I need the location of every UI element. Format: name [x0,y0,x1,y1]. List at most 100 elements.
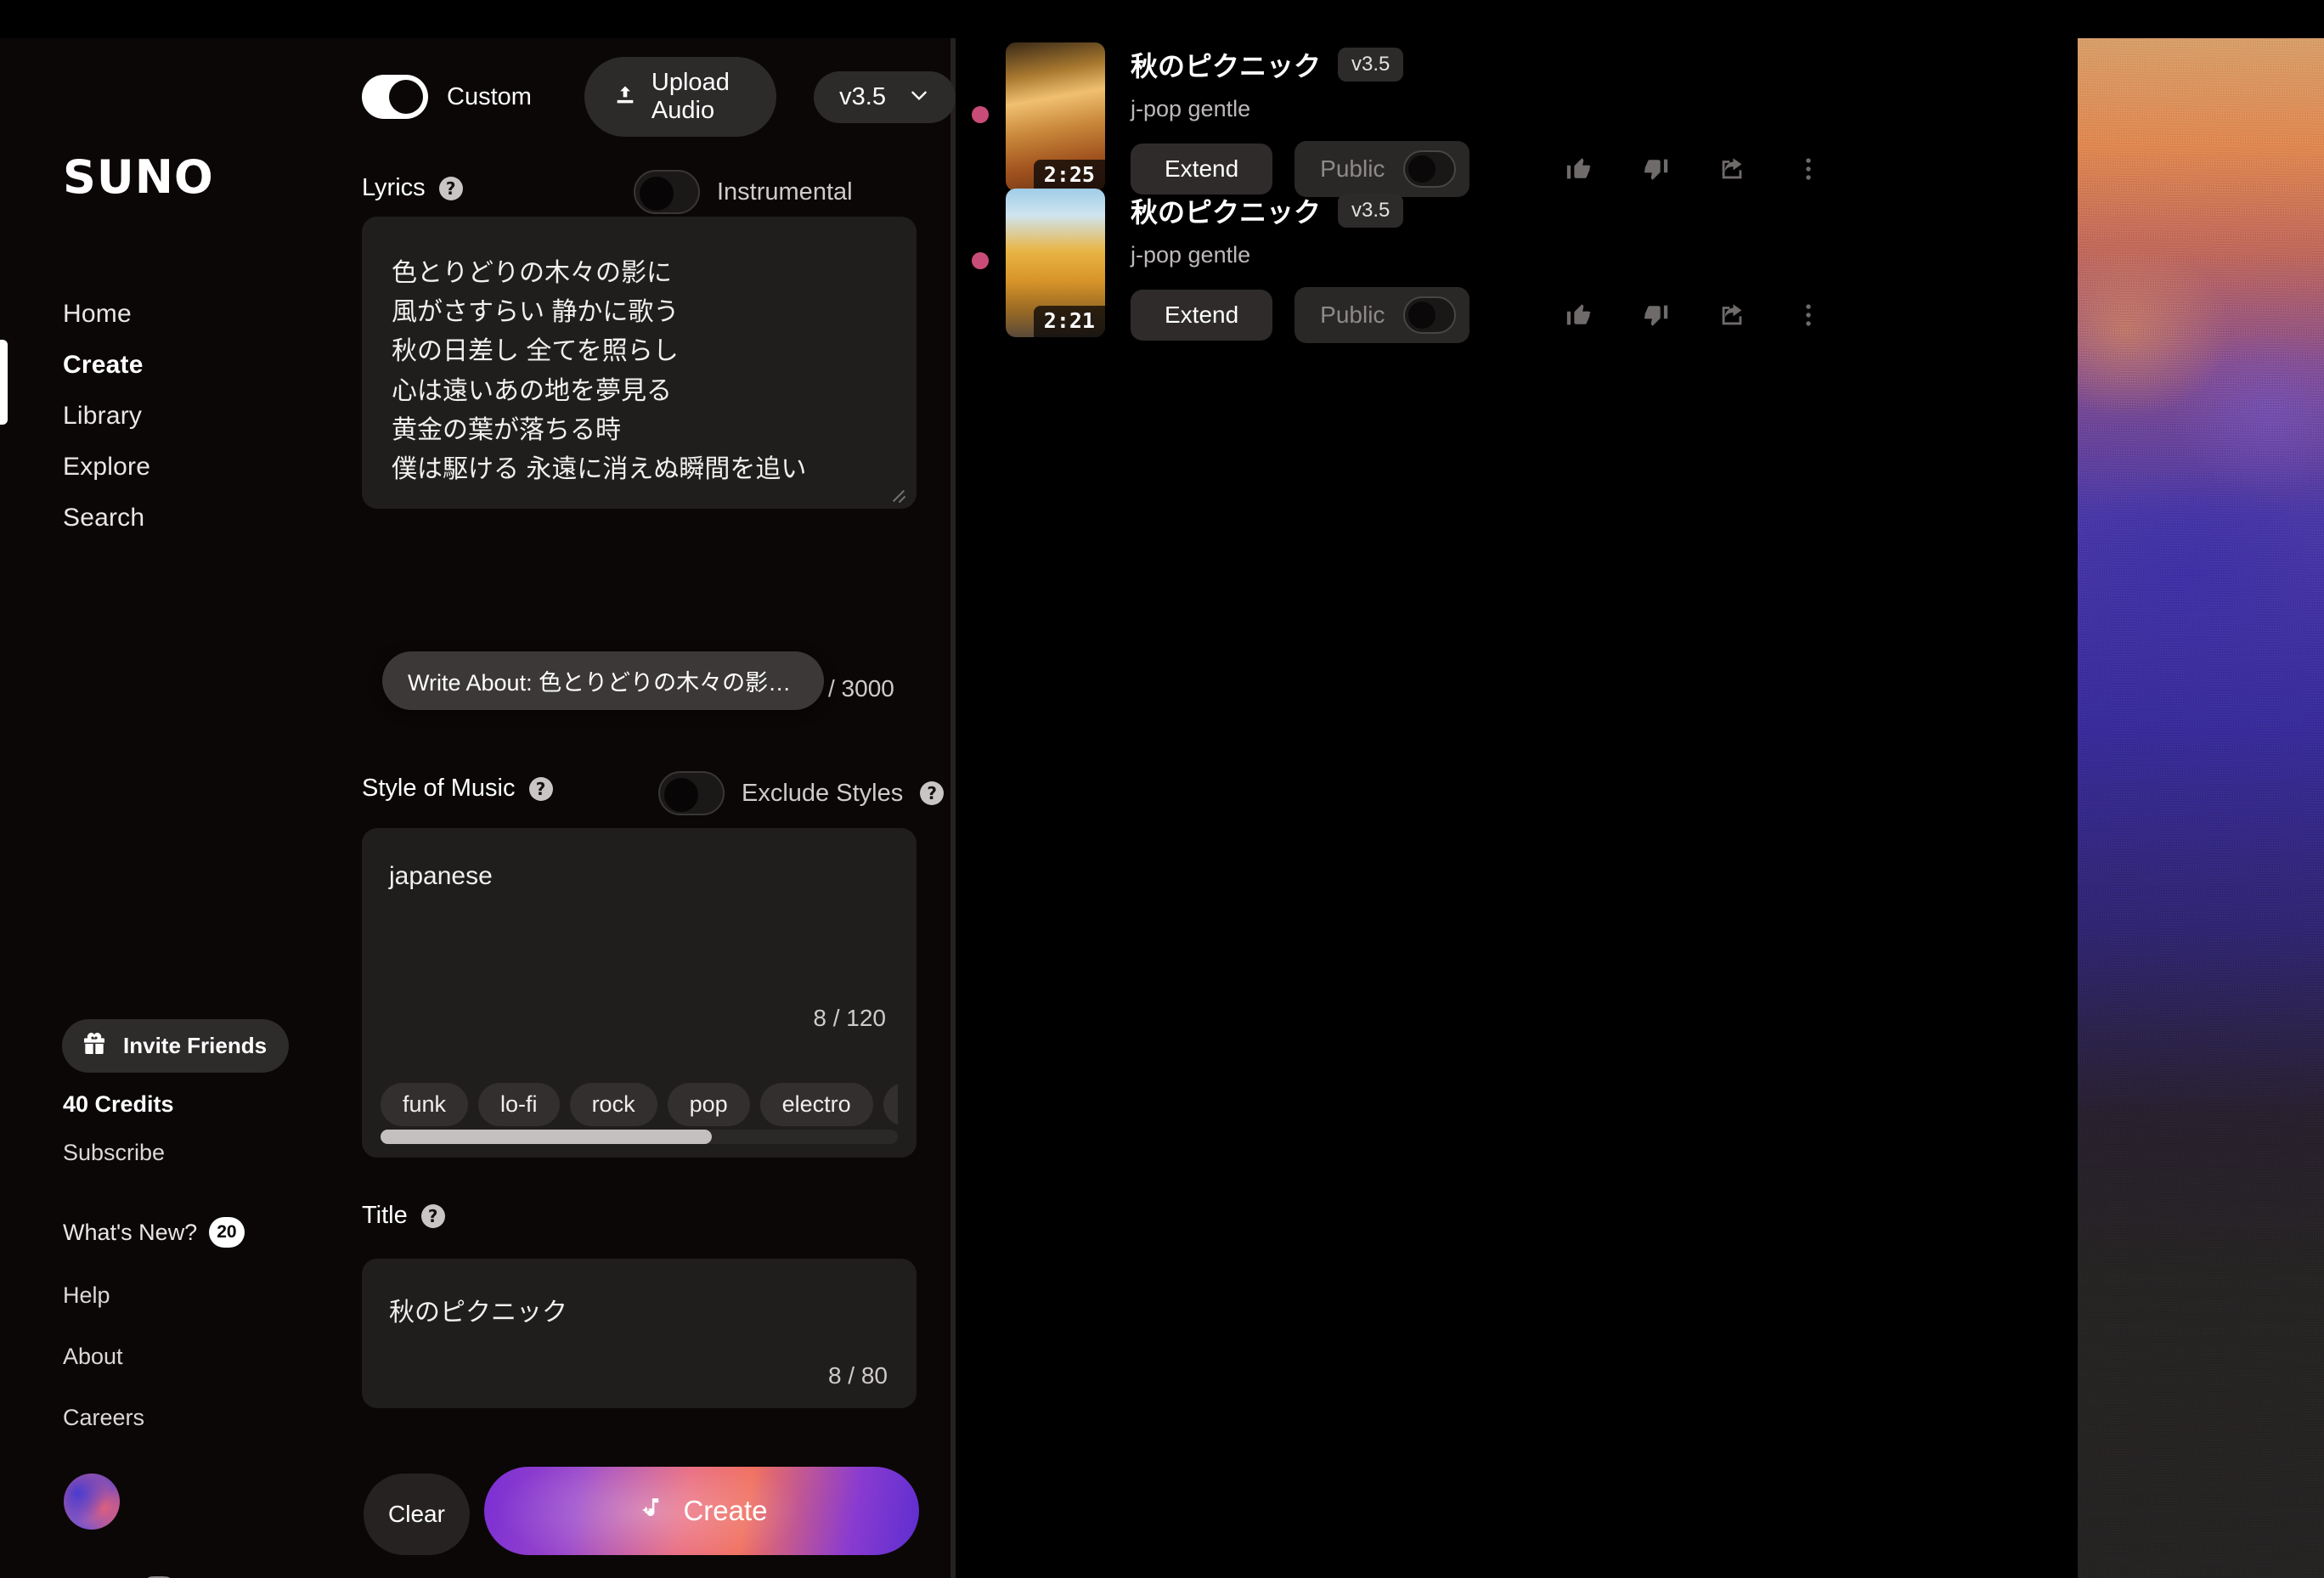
lyrics-section-header: Lyrics ? [362,174,463,202]
create-button-label: Create [683,1495,768,1526]
public-switch[interactable] [1403,296,1457,334]
song-list: 2:25 秋のピクニック v3.5 j-pop gentle Extend Public 2… [961,38,2073,1578]
song-thumbnail[interactable]: 2:21 [1006,189,1105,337]
thumbs-up-icon[interactable] [1565,155,1594,183]
new-song-dot [972,106,989,123]
sidebar-nav: Home Create Library Explore Search [63,289,318,544]
lyrics-label: Lyrics [362,174,426,201]
whats-new-label: What's New? [63,1219,198,1245]
upload-audio-button[interactable]: Upload Audio [584,57,777,137]
create-button[interactable]: Create [484,1467,919,1555]
title-counter: 8 / 80 [827,1362,888,1389]
title-value: 秋のピクニック [389,1299,567,1327]
title-help-icon[interactable]: ? [420,1203,445,1228]
extend-button[interactable]: Extend [1131,290,1273,341]
version-select[interactable]: v3.5 [814,70,956,123]
thumbs-down-icon[interactable] [1641,155,1670,183]
thumbs-down-icon[interactable] [1641,301,1670,330]
suno-create-page: SUNO Home Create Library Explore Search … [0,0,2324,1578]
lyrics-help-icon[interactable]: ? [438,176,463,200]
song-icon-row [1565,301,1823,330]
song-card[interactable]: 2:21 秋のピクニック v3.5 j-pop gentle Extend Public [961,184,2073,343]
public-toggle[interactable]: Public [1295,287,1470,343]
style-chip[interactable]: funk [381,1083,469,1126]
art-noise [2078,38,2324,1578]
create-toolbar: Custom Upload Audio v3.5 [362,57,956,137]
credits-label: 40 Credits [63,1091,174,1117]
invite-friends-button[interactable]: Invite Friends [62,1019,290,1073]
title-label: Title [362,1202,408,1229]
style-chip[interactable]: lo-fi [478,1083,560,1126]
cover-art-panel [2078,38,2324,1578]
title-section-header: Title ? [362,1202,445,1230]
public-switch[interactable] [1403,150,1457,188]
gift-icon [81,1030,108,1062]
style-counter: 8 / 120 [813,1005,886,1031]
exclude-styles-control: Exclude Styles ? [658,771,945,815]
version-label: v3.5 [839,82,886,110]
sidebar-item-home[interactable]: Home [63,289,318,340]
sidebar-item-search[interactable]: Search [63,493,318,544]
public-label: Public [1320,155,1385,182]
song-actions: Extend Public [1131,287,2073,343]
share-icon[interactable] [1718,301,1746,330]
upload-icon [613,83,637,111]
sidebar-item-explore[interactable]: Explore [63,442,318,493]
active-nav-indicator [0,340,8,425]
song-style: j-pop gentle [1131,242,1251,268]
subscribe-link[interactable]: Subscribe [63,1140,165,1166]
whats-new-link[interactable]: What's New? 20 [63,1217,245,1248]
song-icon-row [1565,155,1823,183]
exclude-styles-label: Exclude Styles [742,779,904,807]
style-chip[interactable]: electro [759,1083,873,1126]
song-card[interactable]: 2:25 秋のピクニック v3.5 j-pop gentle Extend Public [961,38,2073,197]
about-link[interactable]: About [63,1344,123,1370]
sidebar-item-create[interactable]: Create [63,340,318,391]
careers-link[interactable]: Careers [63,1405,144,1431]
style-chip[interactable]: rock [569,1083,657,1126]
instrumental-control: Instrumental [634,170,853,214]
song-version-tag: v3.5 [1338,194,1404,228]
song-details: 秋のピクニック v3.5 j-pop gentle Extend Public [1131,38,2073,197]
style-help-icon[interactable]: ? [528,776,553,801]
song-duration: 2:21 [1033,306,1105,337]
song-title[interactable]: 秋のピクニック [1131,45,1321,84]
song-thumbnail[interactable]: 2:25 [1006,42,1105,191]
title-input[interactable]: 秋のピクニック 8 / 80 [362,1259,917,1408]
song-title[interactable]: 秋のピクニック [1131,191,1321,230]
invite-friends-label: Invite Friends [123,1033,268,1058]
clear-button[interactable]: Clear [364,1474,470,1555]
scrollbar-thumb[interactable] [381,1130,712,1144]
public-label: Public [1320,302,1385,328]
write-about-label: Write About: 色とりどりの木々の影に ... [408,670,798,696]
song-version-tag: v3.5 [1338,48,1404,82]
style-of-music-textarea[interactable]: japanese 8 / 120 funk lo-fi rock pop electro… [362,828,917,1158]
song-details: 秋のピクニック v3.5 j-pop gentle Extend Public [1131,184,2073,343]
share-icon[interactable] [1718,155,1746,183]
suno-logo[interactable]: SUNO [63,150,214,204]
song-style: j-pop gentle [1131,96,1251,121]
custom-toggle[interactable] [362,75,428,119]
write-about-chip[interactable]: Write About: 色とりどりの木々の影に ... [382,651,824,710]
whats-new-badge: 20 [209,1217,245,1248]
top-black-strip [0,0,2324,38]
style-chip[interactable]: melo [883,1083,898,1126]
more-options-icon[interactable] [1794,155,1823,183]
custom-label: Custom [447,82,532,110]
exclude-styles-toggle[interactable] [658,771,725,815]
exclude-help-icon[interactable]: ? [920,781,945,805]
style-chip-row[interactable]: funklo-firockpopelectro melo [381,1081,898,1136]
resize-handle-icon[interactable] [889,482,908,500]
style-chip[interactable]: pop [667,1083,750,1126]
thumbs-up-icon[interactable] [1565,301,1594,330]
sidebar-item-library[interactable]: Library [63,391,318,442]
more-options-icon[interactable] [1794,301,1823,330]
music-note-icon [635,1495,664,1528]
help-link[interactable]: Help [63,1282,110,1309]
new-song-dot [972,252,989,269]
style-chips-scrollbar[interactable] [381,1130,898,1144]
instrumental-toggle[interactable] [634,170,700,214]
lyrics-textarea[interactable]: 色とりどりの木々の影に 風がさすらい 静かに歌う 秋の日差し 全てを照らし 心は… [362,217,917,509]
avatar[interactable] [64,1474,120,1530]
lyrics-value: 色とりどりの木々の影に 風がさすらい 静かに歌う 秋の日差し 全てを照らし 心は… [392,259,807,483]
